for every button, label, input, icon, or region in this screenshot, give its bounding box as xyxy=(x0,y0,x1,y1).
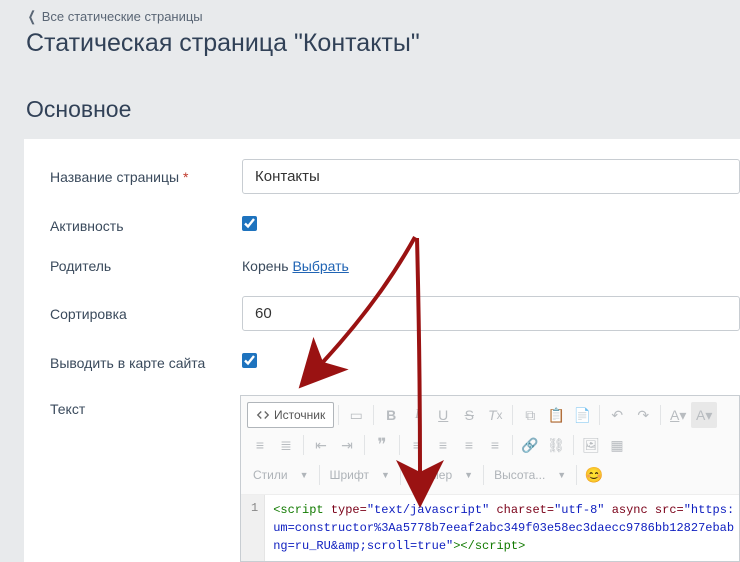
unlink-button[interactable]: ⛓ xyxy=(543,432,569,458)
emoji-button[interactable]: 😊 xyxy=(581,462,607,488)
bullet-list-button[interactable]: ≣ xyxy=(273,432,299,458)
breadcrumb-back-label: Все статические страницы xyxy=(42,9,203,24)
bg-color-button[interactable]: A▾ xyxy=(691,402,717,428)
size-dropdown[interactable]: Размер▼ xyxy=(405,462,479,488)
align-center-button[interactable]: ≡ xyxy=(430,432,456,458)
label-name: Название страницы * xyxy=(50,169,242,185)
remove-format-button[interactable]: Tx xyxy=(482,402,508,428)
align-justify-button[interactable]: ≡ xyxy=(482,432,508,458)
section-title: Основное xyxy=(0,82,740,139)
code-icon xyxy=(256,408,270,422)
indent-button[interactable]: ⇥ xyxy=(334,432,360,458)
link-button[interactable]: 🔗 xyxy=(517,432,543,458)
code-content[interactable]: <script type="text/javascript" charset="… xyxy=(265,495,739,561)
strike-button[interactable]: S xyxy=(456,402,482,428)
required-mark: * xyxy=(183,169,188,185)
source-button[interactable]: Источник xyxy=(247,402,334,428)
table-button[interactable]: ▦ xyxy=(604,432,630,458)
label-active: Активность xyxy=(50,218,242,234)
redo-button[interactable]: ↷ xyxy=(630,402,656,428)
image-button[interactable]: 🖼 xyxy=(578,432,604,458)
form-panel: Название страницы * Активность Родитель … xyxy=(24,139,740,562)
italic-button[interactable]: I xyxy=(404,402,430,428)
outdent-button[interactable]: ⇤ xyxy=(308,432,334,458)
label-sitemap: Выводить в карте сайта xyxy=(50,355,242,371)
undo-button[interactable]: ↶ xyxy=(604,402,630,428)
name-input[interactable] xyxy=(242,159,740,194)
rich-text-editor: Источник ▭ B I U S Tx ⧉ 📋 📄 xyxy=(240,395,740,562)
bold-button[interactable]: B xyxy=(378,402,404,428)
text-color-button[interactable]: A▾ xyxy=(665,402,691,428)
underline-button[interactable]: U xyxy=(430,402,456,428)
align-left-button[interactable]: ≡ xyxy=(404,432,430,458)
chevron-left-icon: ❮ xyxy=(28,8,36,25)
label-sort: Сортировка xyxy=(50,306,242,322)
align-right-button[interactable]: ≡ xyxy=(456,432,482,458)
new-page-icon[interactable]: ▭ xyxy=(343,402,369,428)
sitemap-checkbox[interactable] xyxy=(242,353,257,368)
active-checkbox[interactable] xyxy=(242,216,257,231)
height-dropdown[interactable]: Высота...▼ xyxy=(488,462,572,488)
breadcrumb-back[interactable]: ❮ Все статические страницы xyxy=(26,9,203,24)
paste-icon[interactable]: 📋 xyxy=(543,402,569,428)
label-parent: Родитель xyxy=(50,258,242,274)
paste-text-icon[interactable]: 📄 xyxy=(569,402,595,428)
page-title: Статическая страница "Контакты" xyxy=(0,29,740,82)
copy-icon[interactable]: ⧉ xyxy=(517,402,543,428)
font-dropdown[interactable]: Шрифт▼ xyxy=(324,462,396,488)
line-gutter: 1 xyxy=(241,495,265,561)
label-text: Текст xyxy=(50,395,240,417)
parent-select-link[interactable]: Выбрать xyxy=(292,258,348,274)
numbered-list-button[interactable]: ≡ xyxy=(247,432,273,458)
parent-root-text: Корень xyxy=(242,258,289,274)
blockquote-button[interactable]: ❞ xyxy=(369,432,395,458)
code-editor[interactable]: 1 <script type="text/javascript" charset… xyxy=(241,495,739,561)
sort-input[interactable] xyxy=(242,296,740,331)
style-dropdown[interactable]: Стили▼ xyxy=(247,462,315,488)
editor-toolbar: Источник ▭ B I U S Tx ⧉ 📋 📄 xyxy=(241,396,739,495)
